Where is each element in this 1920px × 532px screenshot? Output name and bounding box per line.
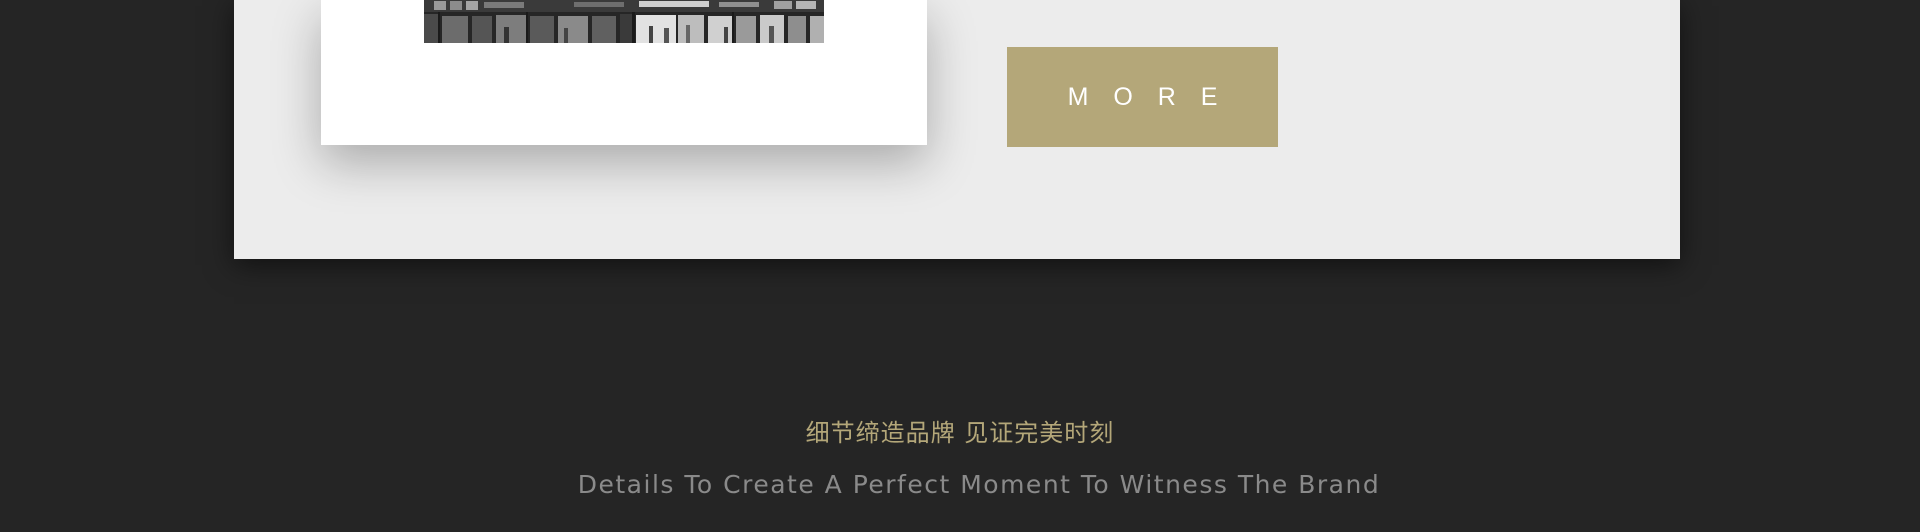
more-button[interactable]: M O R E <box>1007 47 1278 147</box>
photo-card <box>321 0 927 145</box>
storefront-photo <box>424 0 824 43</box>
feature-panel: M O R E <box>234 0 1680 259</box>
page: M O R E 细节缔造品牌 见证完美时刻 Details To Create … <box>0 0 1920 532</box>
slogan-chinese: 细节缔造品牌 见证完美时刻 <box>805 419 1115 447</box>
slogan-english: Details To Create A Perfect Moment To Wi… <box>577 470 1381 499</box>
